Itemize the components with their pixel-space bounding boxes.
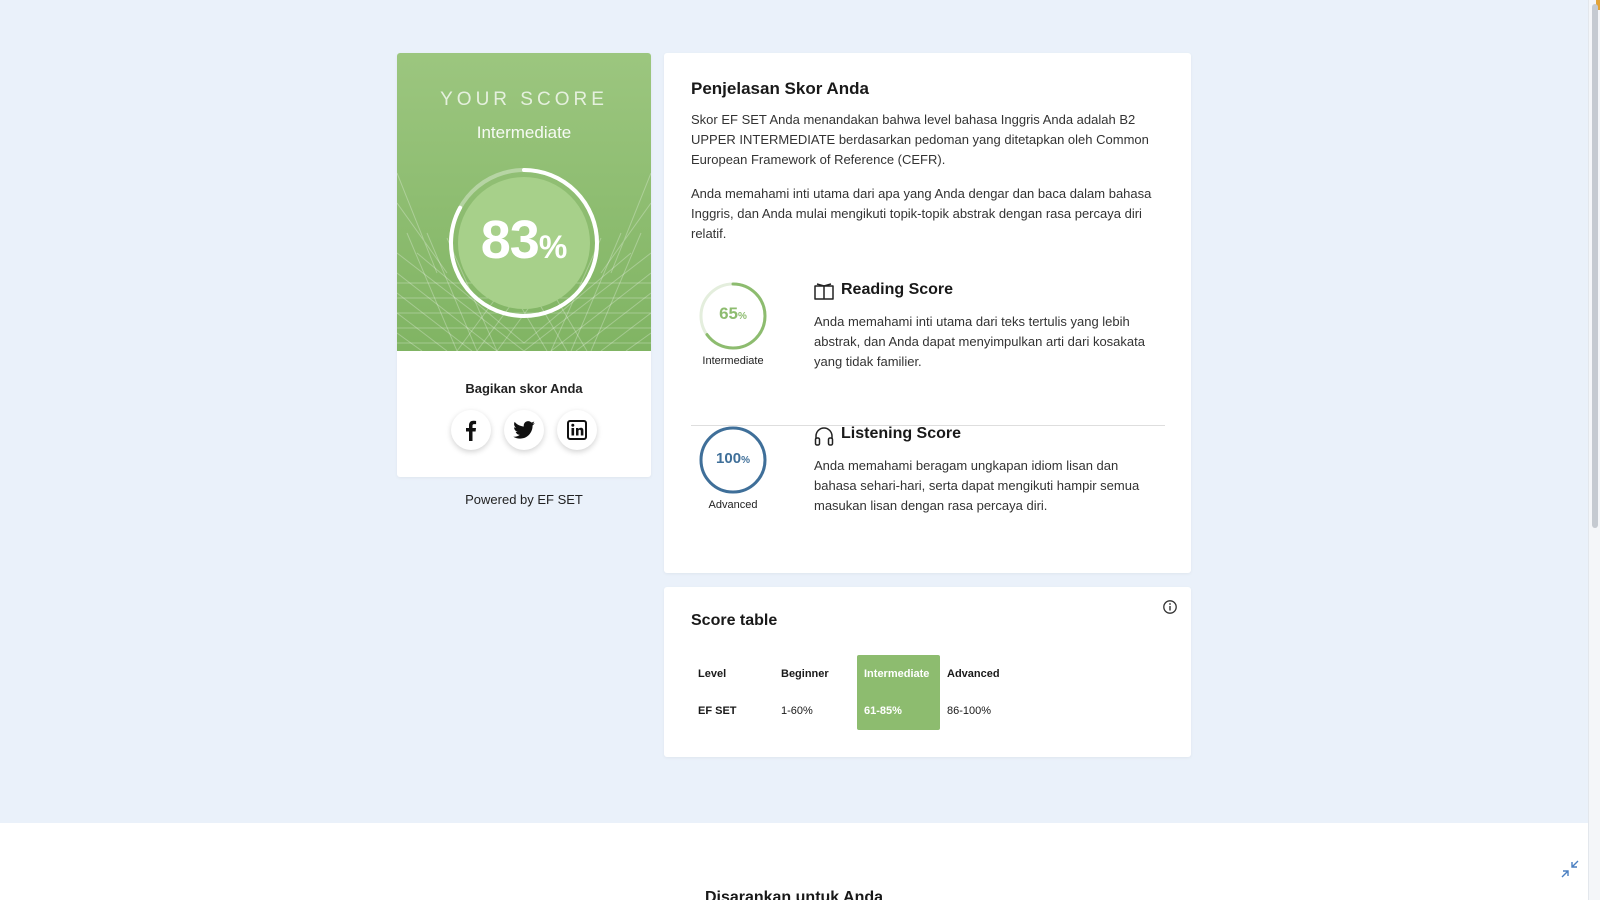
- page-scrollbar[interactable]: [1588, 0, 1600, 900]
- score-table-column: Advanced 86-100%: [940, 655, 1023, 730]
- score-card: YOUR SCORE Intermediate 83% Bagikan skor…: [397, 53, 651, 477]
- score-value: 83%: [397, 209, 651, 271]
- score-explanation-panel: Penjelasan Skor Anda Skor EF SET Anda me…: [664, 53, 1191, 573]
- score-percent-sign: %: [538, 229, 568, 265]
- listening-description: Anda memahami beragam ungkapan idiom lis…: [814, 458, 1140, 513]
- listening-percent-sign: %: [741, 455, 750, 466]
- scrollbar-thumb[interactable]: [1592, 4, 1598, 528]
- listening-title: Listening Score: [841, 425, 962, 442]
- score-table-title: Score table: [691, 612, 778, 629]
- recommendations-heading: Disarankan untuk Anda: [704, 889, 884, 900]
- info-icon[interactable]: [1162, 599, 1178, 615]
- linkedin-icon: [567, 420, 587, 440]
- headphones-icon: [814, 427, 834, 446]
- column-value: 1-60%: [781, 705, 813, 717]
- reading-number: 65: [719, 304, 738, 323]
- collapse-button[interactable]: [1555, 854, 1585, 884]
- listening-value: 100%: [698, 450, 768, 467]
- explanation-paragraph-1: Skor EF SET Anda menandakan bahwa level …: [691, 112, 1149, 167]
- explanation-title: Penjelasan Skor Anda: [691, 79, 869, 98]
- column-header: Advanced: [947, 668, 1000, 680]
- score-hero: YOUR SCORE Intermediate 83%: [397, 53, 651, 351]
- column-value: EF SET: [698, 705, 737, 717]
- score-label: YOUR SCORE: [440, 89, 608, 110]
- column-value: 61-85%: [864, 705, 902, 717]
- facebook-share-button[interactable]: [451, 410, 491, 450]
- facebook-icon: [466, 420, 477, 441]
- column-header: Intermediate: [864, 668, 930, 680]
- reading-level: Intermediate: [702, 355, 764, 367]
- listening-score-section: 100% Advanced Listening Score Anda memah…: [691, 425, 1165, 570]
- reading-description: Anda memahami inti utama dari teks tertu…: [814, 314, 1145, 369]
- reading-value: 65%: [698, 304, 768, 324]
- explanation-paragraph-2: Anda memahami inti utama dari apa yang A…: [691, 186, 1152, 241]
- reading-percent-sign: %: [738, 311, 747, 322]
- linkedin-share-button[interactable]: [557, 410, 597, 450]
- listening-level: Advanced: [708, 499, 758, 511]
- reading-title: Reading Score: [841, 281, 954, 298]
- score-table-panel: Score table Level EF SET Beginner 1-60% …: [664, 587, 1191, 757]
- reading-score-section: 65% Intermediate Reading Score Anda mema…: [691, 281, 1165, 426]
- score-table-column-active: Intermediate 61-85%: [857, 655, 940, 730]
- column-header: Beginner: [781, 668, 829, 680]
- share-title: Bagikan skor Anda: [465, 381, 583, 396]
- column-header: Level: [698, 668, 727, 680]
- score-number: 83: [480, 210, 540, 270]
- score-table-column: Level EF SET: [691, 655, 774, 730]
- book-icon: [814, 283, 834, 300]
- twitter-icon: [513, 421, 535, 439]
- column-value: 86-100%: [947, 705, 992, 717]
- collapse-icon: [1561, 860, 1579, 878]
- score-level: Intermediate: [476, 123, 572, 142]
- share-buttons: [397, 410, 651, 450]
- powered-by: Powered by EF SET: [465, 492, 583, 507]
- score-table: Level EF SET Beginner 1-60% Intermediate…: [691, 655, 1023, 730]
- twitter-share-button[interactable]: [504, 410, 544, 450]
- listening-number: 100: [716, 450, 742, 467]
- score-table-column: Beginner 1-60%: [774, 655, 857, 730]
- recommendations-section: Disarankan untuk Anda: [0, 823, 1588, 900]
